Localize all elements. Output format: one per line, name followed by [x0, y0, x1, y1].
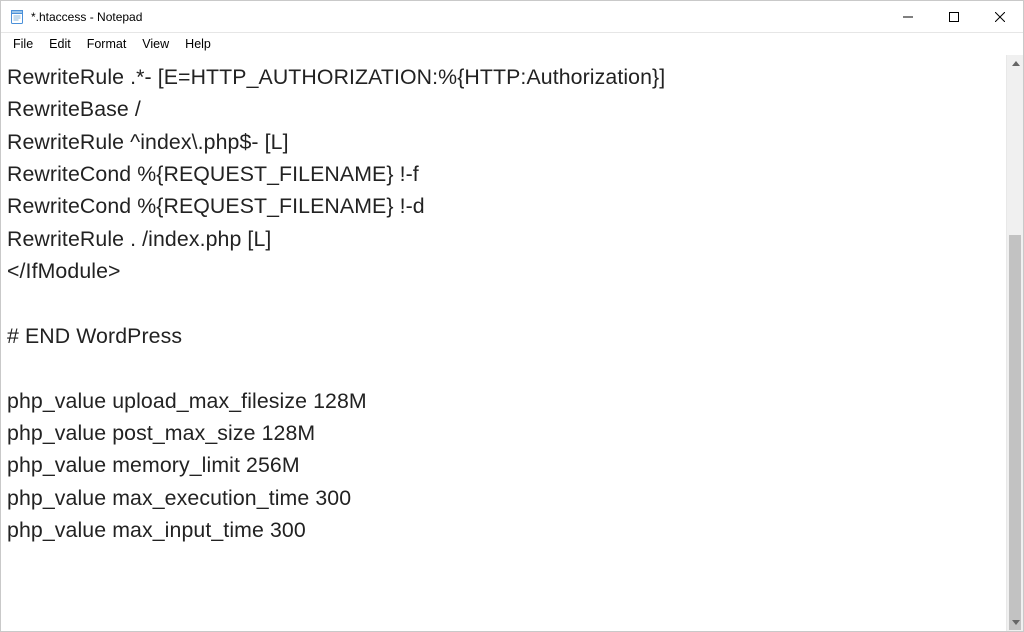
close-button[interactable] [977, 1, 1023, 32]
scrollbar-thumb[interactable] [1009, 235, 1021, 630]
scroll-down-arrow[interactable] [1007, 614, 1024, 631]
vertical-scrollbar[interactable] [1006, 55, 1023, 631]
menu-file[interactable]: File [5, 35, 41, 53]
minimize-button[interactable] [885, 1, 931, 32]
menu-format[interactable]: Format [79, 35, 135, 53]
window-controls [885, 1, 1023, 32]
menu-view[interactable]: View [134, 35, 177, 53]
menu-help[interactable]: Help [177, 35, 219, 53]
window-title: *.htaccess - Notepad [31, 10, 142, 24]
menu-bar: File Edit Format View Help [1, 33, 1023, 55]
editor-wrap: RewriteRule .*- [E=HTTP_AUTHORIZATION:%{… [1, 55, 1023, 631]
notepad-window: *.htaccess - Notepad File Edit Format Vi… [0, 0, 1024, 632]
title-bar[interactable]: *.htaccess - Notepad [1, 1, 1023, 33]
editor-area[interactable]: RewriteRule .*- [E=HTTP_AUTHORIZATION:%{… [1, 55, 1006, 631]
maximize-button[interactable] [931, 1, 977, 32]
scroll-up-arrow[interactable] [1007, 55, 1024, 72]
menu-edit[interactable]: Edit [41, 35, 79, 53]
notepad-icon [9, 9, 25, 25]
